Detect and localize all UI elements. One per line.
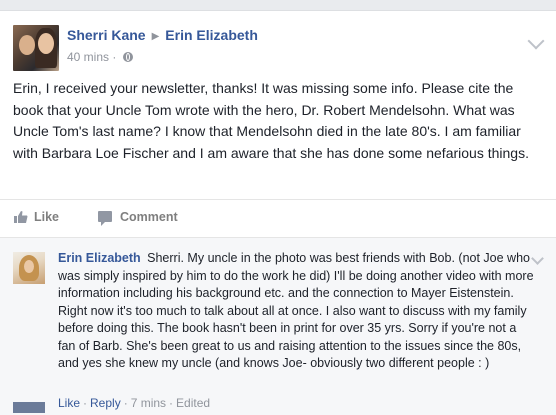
post-timestamp[interactable]: 40 mins	[67, 50, 109, 64]
commenter-avatar-face	[24, 260, 34, 273]
post-names: Sherri Kane ▶ Erin Elizabeth	[67, 27, 258, 43]
comments-section: Erin Elizabeth Sherri. My uncle in the p…	[0, 237, 556, 415]
next-comment-avatar[interactable]	[13, 402, 45, 413]
meta-separator: ·	[112, 50, 117, 64]
comment-meta-dot: ·	[83, 396, 88, 410]
comment-meta-dot: ·	[169, 396, 174, 410]
post-meta: 40 mins ·	[67, 50, 133, 64]
avatar-person-1	[19, 35, 35, 55]
post-text: Erin, I received your newsletter, thanks…	[13, 80, 529, 161]
post-card: Sherri Kane ▶ Erin Elizabeth 40 mins · Eri…	[0, 10, 556, 415]
comment-timestamp[interactable]: 7 mins	[131, 396, 166, 410]
like-label: Like	[34, 210, 60, 224]
author-avatar[interactable]	[13, 25, 59, 71]
post-actions-bar: Like Comment	[0, 199, 556, 236]
comment-body: Erin Elizabeth Sherri. My uncle in the p…	[58, 250, 536, 373]
globe-icon[interactable]	[122, 52, 133, 62]
comment-reply-link[interactable]: Reply	[90, 396, 121, 410]
author-name-link[interactable]: Sherri Kane	[67, 27, 146, 43]
commenter-name-link[interactable]: Erin Elizabeth	[58, 251, 141, 265]
target-name-link[interactable]: Erin Elizabeth	[165, 27, 258, 43]
comment-button[interactable]: Comment	[98, 210, 178, 226]
comment-bubble-icon	[98, 211, 112, 226]
comment-meta: Like · Reply · 7 mins · Edited	[58, 396, 210, 410]
post-header: Sherri Kane ▶ Erin Elizabeth 40 mins ·	[13, 23, 543, 71]
comment-edited-link[interactable]: Edited	[176, 396, 210, 410]
comment-label: Comment	[120, 210, 178, 224]
comment-meta-dot: ·	[123, 396, 128, 410]
comment-text: Sherri. My uncle in the photo was best f…	[58, 251, 534, 370]
like-button[interactable]: Like	[14, 210, 59, 224]
to-arrow-icon: ▶	[151, 31, 160, 42]
thumbs-up-icon	[14, 211, 28, 223]
comment-like-link[interactable]: Like	[58, 396, 80, 410]
avatar-person-2	[38, 33, 54, 54]
commenter-avatar[interactable]	[13, 252, 45, 284]
